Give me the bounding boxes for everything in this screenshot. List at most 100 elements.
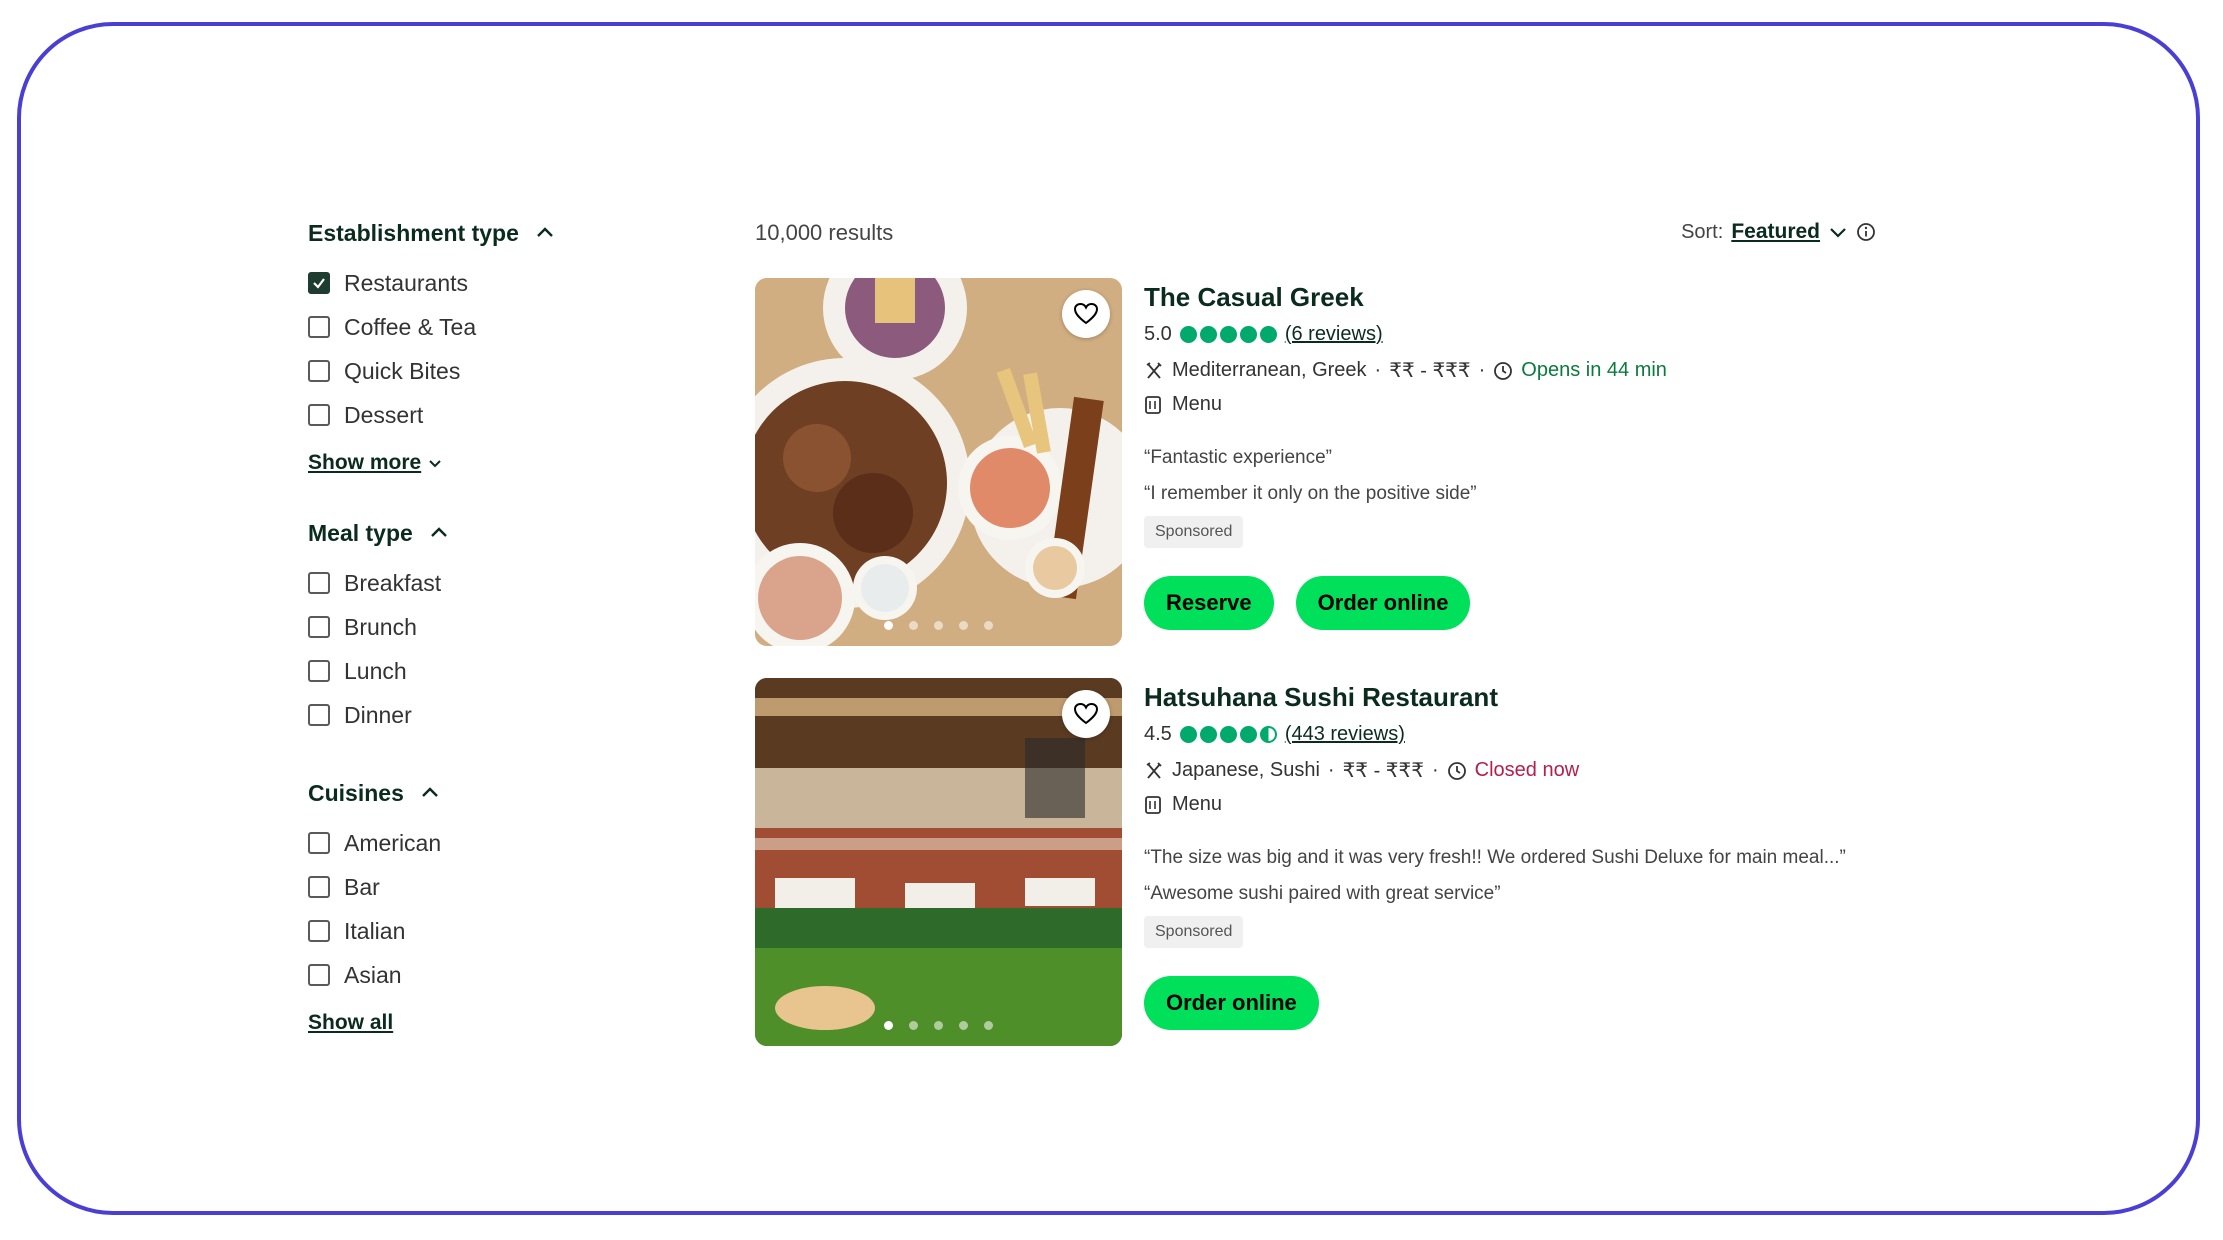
sort-label: Sort: xyxy=(1681,220,1724,243)
filter-option-coffee-tea[interactable]: Coffee & Tea xyxy=(308,305,555,349)
carousel-dot[interactable] xyxy=(884,1021,893,1030)
restaurant-card[interactable]: Hatsuhana Sushi Restaurant 4.5 (443 revi… xyxy=(755,678,1875,1046)
filter-title: Establishment type xyxy=(308,219,519,246)
rating-value: 4.5 xyxy=(1144,723,1172,745)
filter-option-restaurants[interactable]: Restaurants xyxy=(308,261,555,305)
filter-option-dessert[interactable]: Dessert xyxy=(308,393,555,437)
filter-option-american[interactable]: American xyxy=(308,821,441,865)
checkbox[interactable] xyxy=(308,572,330,594)
sort-control[interactable]: Sort: Featured xyxy=(1681,220,1876,244)
restaurant-photo[interactable] xyxy=(755,278,1122,646)
review-quote[interactable]: “I remember it only on the positive side… xyxy=(1144,476,1874,512)
review-quote[interactable]: “The size was big and it was very fresh!… xyxy=(1144,840,1874,876)
price-text: ₹₹ - ₹₹₹ xyxy=(1389,360,1471,382)
checkbox[interactable] xyxy=(308,360,330,382)
review-quote[interactable]: “Awesome sushi paired with great service… xyxy=(1144,876,1874,912)
info-icon[interactable] xyxy=(1856,222,1876,242)
filter-option-quick-bites[interactable]: Quick Bites xyxy=(308,349,555,393)
checkbox[interactable] xyxy=(308,404,330,426)
open-status: Opens in 44 min xyxy=(1521,359,1667,381)
filter-option-italian[interactable]: Italian xyxy=(308,909,441,953)
checkbox[interactable] xyxy=(308,316,330,338)
sponsored-badge: Sponsored xyxy=(1144,916,1244,948)
filter-group-meal: Meal type Breakfast Brunch Lunch Dinner xyxy=(308,505,449,737)
order-online-button[interactable]: Order online xyxy=(1144,976,1319,1030)
restaurant-info: The Casual Greek 5.0 (6 reviews) Mediter… xyxy=(1144,278,1874,630)
carousel-dot[interactable] xyxy=(884,621,893,630)
filter-title: Meal type xyxy=(308,519,413,546)
filter-header-establishment[interactable]: Establishment type xyxy=(308,205,555,261)
filter-option-label: Dessert xyxy=(344,401,424,428)
checkbox[interactable] xyxy=(308,616,330,638)
restaurant-name[interactable]: Hatsuhana Sushi Restaurant xyxy=(1144,682,1874,713)
rating-row: 4.5 (443 reviews) xyxy=(1144,723,1874,746)
chevron-down-icon[interactable] xyxy=(1828,222,1848,242)
chevron-up-icon xyxy=(537,227,553,237)
rating-bubble-full xyxy=(1239,726,1257,743)
sort-value[interactable]: Featured xyxy=(1731,220,1820,244)
checkbox[interactable] xyxy=(308,660,330,682)
reserve-button[interactable]: Reserve xyxy=(1144,576,1274,630)
sushi-bar-image xyxy=(755,678,1122,1046)
restaurant-name[interactable]: The Casual Greek xyxy=(1144,282,1874,313)
filter-option-dinner[interactable]: Dinner xyxy=(308,693,449,737)
carousel-dot[interactable] xyxy=(984,621,993,630)
separator-dot: · xyxy=(1431,759,1439,781)
rating-bubble-full xyxy=(1259,326,1277,343)
rating-row: 5.0 (6 reviews) xyxy=(1144,323,1874,346)
checkbox[interactable] xyxy=(308,964,330,986)
carousel-dot[interactable] xyxy=(959,1021,968,1030)
rating-bubble-full xyxy=(1199,326,1217,343)
carousel-dot[interactable] xyxy=(909,621,918,630)
review-quotes: “The size was big and it was very fresh!… xyxy=(1144,840,1874,912)
carousel-dot[interactable] xyxy=(934,1021,943,1030)
menu-label[interactable]: Menu xyxy=(1172,393,1222,416)
filter-option-label: Dinner xyxy=(344,701,412,728)
chevron-up-icon xyxy=(422,787,438,797)
filter-option-label: American xyxy=(344,829,442,856)
save-heart-button[interactable] xyxy=(1062,290,1110,338)
reviews-link[interactable]: (443 reviews) xyxy=(1285,723,1405,746)
checkbox[interactable] xyxy=(308,704,330,726)
carousel-dot[interactable] xyxy=(909,1021,918,1030)
closed-status: Closed now xyxy=(1474,759,1580,781)
show-all-link[interactable]: Show all xyxy=(308,1001,393,1045)
reviews-link[interactable]: (6 reviews) xyxy=(1285,323,1383,346)
carousel-dots xyxy=(755,1021,1122,1030)
carousel-dot[interactable] xyxy=(934,621,943,630)
show-more-link[interactable]: Show more xyxy=(308,441,443,485)
chevron-up-icon xyxy=(430,527,447,537)
action-buttons: Order online xyxy=(1144,976,1874,1030)
menu-row[interactable]: Menu xyxy=(1144,793,1874,816)
checkbox-checked[interactable] xyxy=(308,272,330,294)
checkbox[interactable] xyxy=(308,920,330,942)
restaurant-card[interactable]: The Casual Greek 5.0 (6 reviews) Mediter… xyxy=(755,278,1875,646)
review-quote[interactable]: “Fantastic experience” xyxy=(1144,440,1874,476)
filter-option-breakfast[interactable]: Breakfast xyxy=(308,561,449,605)
menu-label[interactable]: Menu xyxy=(1172,793,1222,816)
filter-option-brunch[interactable]: Brunch xyxy=(308,605,449,649)
filter-option-asian[interactable]: Asian xyxy=(308,953,441,997)
filter-option-lunch[interactable]: Lunch xyxy=(308,649,449,693)
carousel-dot[interactable] xyxy=(984,1021,993,1030)
save-heart-button[interactable] xyxy=(1062,690,1110,738)
filter-group-establishment: Establishment type Restaurants Coffee & … xyxy=(308,205,555,485)
clock-icon xyxy=(1494,361,1513,380)
utensils-icon xyxy=(1146,761,1162,779)
filter-header-cuisines[interactable]: Cuisines xyxy=(308,765,441,821)
carousel-dot[interactable] xyxy=(959,621,968,630)
order-online-button[interactable]: Order online xyxy=(1295,576,1471,630)
restaurant-photo[interactable] xyxy=(755,678,1122,1046)
menu-row[interactable]: Menu xyxy=(1144,393,1874,416)
checkbox[interactable] xyxy=(308,876,330,898)
show-all-label: Show all xyxy=(308,1011,394,1034)
filter-option-bar[interactable]: Bar xyxy=(308,865,441,909)
filter-header-meal[interactable]: Meal type xyxy=(308,505,449,561)
filter-option-label: Restaurants xyxy=(344,269,469,296)
meta-row: Mediterranean, Greek · ₹₹ - ₹₹₹ · Opens … xyxy=(1144,358,1874,383)
separator-dot: · xyxy=(1478,359,1486,381)
filter-option-label: Coffee & Tea xyxy=(344,313,477,340)
checkbox[interactable] xyxy=(308,832,330,854)
clock-icon xyxy=(1447,761,1466,780)
separator-dot: · xyxy=(1327,759,1335,781)
